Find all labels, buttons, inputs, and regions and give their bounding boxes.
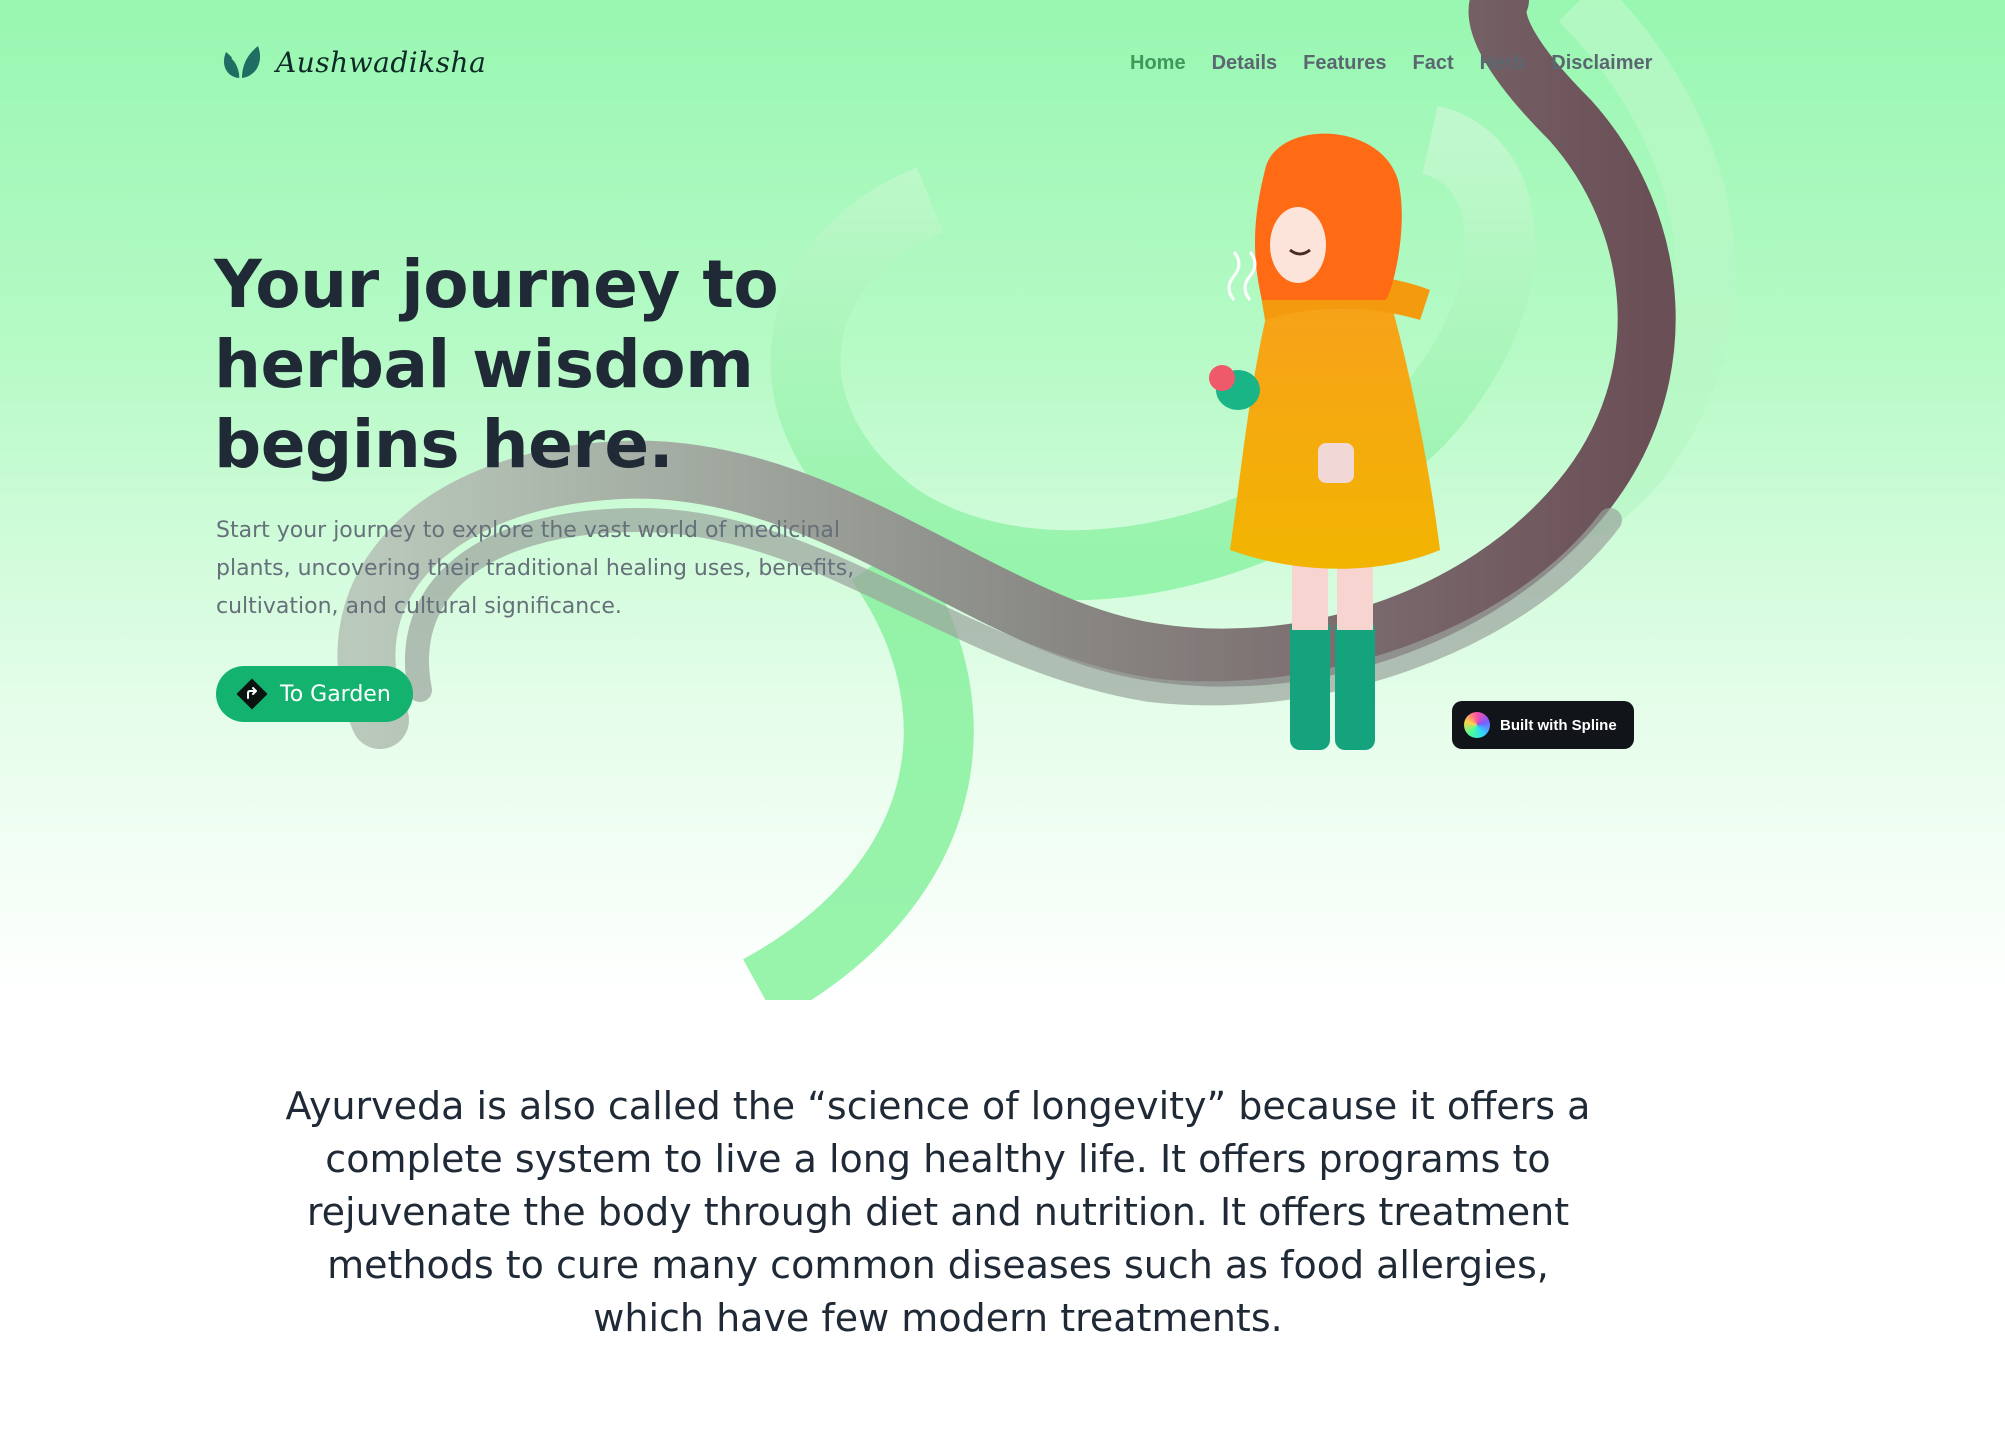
nav-details[interactable]: Details: [1212, 52, 1278, 75]
ayurveda-statement: Ayurveda is also called the “science of …: [285, 1084, 1591, 1340]
brand-name: Aushwadiksha: [276, 45, 487, 79]
leaf-icon: [223, 46, 261, 79]
spline-logo-icon: [1464, 712, 1490, 738]
nav-features[interactable]: Features: [1303, 52, 1386, 75]
nav-disclaimer[interactable]: Disclaimer: [1551, 52, 1652, 75]
nav-herb[interactable]: Herb: [1480, 52, 1526, 75]
direction-arrow-icon: [236, 678, 268, 710]
hero-headline: Your journey to herbal wisdom begins her…: [214, 246, 779, 483]
hero-subtext: Start your journey to explore the vast w…: [216, 518, 855, 619]
hero-3d-scene[interactable]: [0, 0, 2005, 1000]
built-with-spline-badge[interactable]: Built with Spline: [1452, 701, 1634, 749]
to-garden-label: To Garden: [280, 681, 391, 707]
spline-badge-label: Built with Spline: [1500, 716, 1617, 734]
main-nav: Home Details Features Fact Herb Disclaim…: [1130, 52, 1652, 75]
brand-logo[interactable]: Aushwadiksha: [218, 42, 486, 82]
nav-fact[interactable]: Fact: [1413, 52, 1454, 75]
nav-home[interactable]: Home: [1130, 52, 1186, 75]
hero-section: Aushwadiksha Home Details Features Fact …: [0, 0, 2005, 1000]
to-garden-button[interactable]: To Garden: [216, 666, 413, 722]
